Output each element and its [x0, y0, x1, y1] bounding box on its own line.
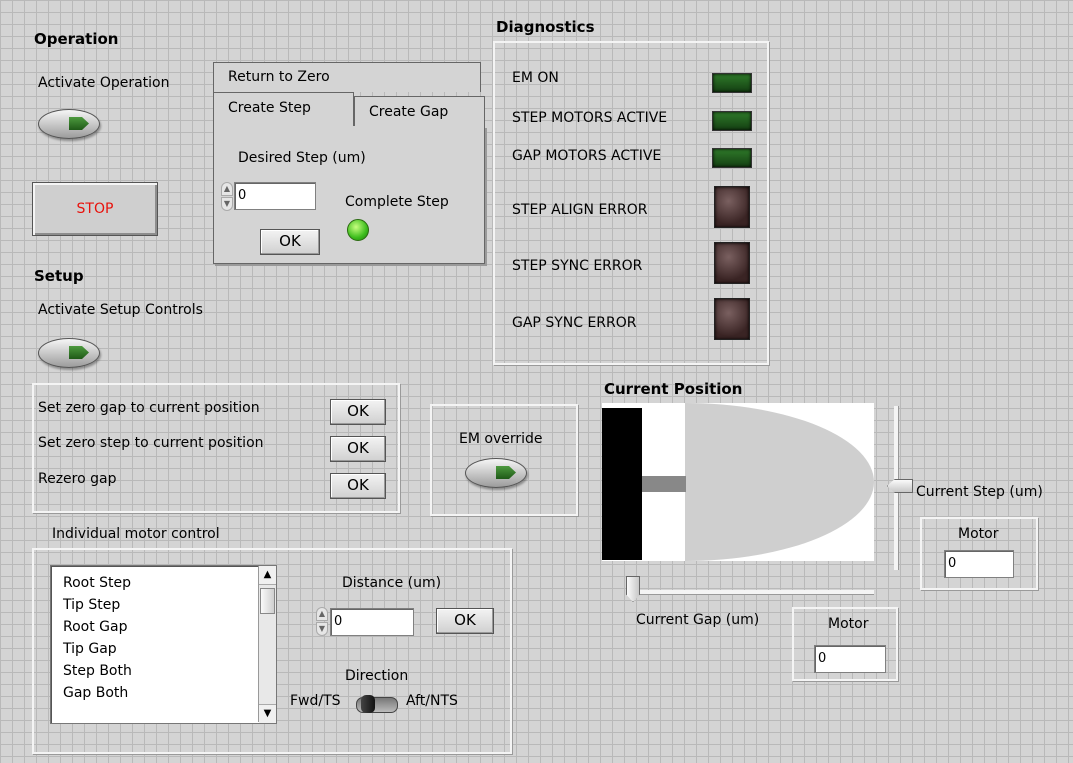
diag-label-gap-sync-error: GAP SYNC ERROR — [512, 315, 637, 331]
step-align-error-led — [714, 186, 750, 228]
desired-step-label: Desired Step (um) — [238, 150, 366, 166]
activate-setup-label: Activate Setup Controls — [38, 302, 203, 318]
set-zero-gap-ok-button[interactable]: OK — [330, 399, 386, 425]
connecting-shaft — [642, 476, 686, 492]
rotor-shape — [685, 403, 874, 561]
toggle-arrow-icon — [496, 466, 516, 479]
toggle-arrow-icon — [69, 117, 89, 130]
rezero-gap-label: Rezero gap — [38, 471, 117, 487]
desired-step-input[interactable]: 0 — [234, 182, 316, 210]
activate-operation-toggle[interactable] — [38, 109, 100, 139]
tab-return-to-zero[interactable]: Return to Zero — [213, 62, 481, 92]
gap-motor-label: Motor — [828, 616, 869, 632]
rezero-gap-ok-button[interactable]: OK — [330, 473, 386, 499]
step-motor-label: Motor — [958, 526, 999, 542]
distance-label: Distance (um) — [342, 575, 442, 591]
diag-label-em-on: EM ON — [512, 70, 559, 86]
current-gap-slider-thumb[interactable] — [626, 576, 640, 602]
current-gap-slider-track — [626, 590, 874, 595]
diag-label-step-motors-active: STEP MOTORS ACTIVE — [512, 110, 668, 126]
current-step-label: Current Step (um) — [916, 484, 1043, 500]
diag-label-gap-motors-active: GAP MOTORS ACTIVE — [512, 148, 662, 164]
desired-step-spinner[interactable]: ▲ ▼ — [221, 182, 233, 212]
direction-aft-label: Aft/NTS — [406, 693, 458, 709]
activate-operation-label: Activate Operation — [38, 75, 170, 91]
list-item[interactable]: Tip Step — [63, 594, 132, 616]
stop-label: STOP — [76, 201, 114, 217]
list-item[interactable]: Gap Both — [63, 682, 132, 704]
listbox-scrollbar[interactable]: ▲ ▼ — [258, 566, 276, 723]
position-graphic — [602, 403, 874, 561]
distance-ok-button[interactable]: OK — [436, 608, 494, 634]
motor-listbox[interactable]: Root Step Tip Step Root Gap Tip Gap Step… — [50, 565, 277, 724]
direction-fwd-label: Fwd/TS — [290, 693, 341, 709]
operation-heading: Operation — [34, 30, 119, 48]
step-motor-value: 0 — [944, 550, 1014, 578]
list-item[interactable]: Step Both — [63, 660, 132, 682]
setup-heading: Setup — [34, 267, 84, 285]
set-zero-step-ok-button[interactable]: OK — [330, 436, 386, 462]
diagnostics-heading: Diagnostics — [496, 18, 595, 36]
toggle-arrow-icon — [69, 346, 89, 359]
diag-label-step-sync-error: STEP SYNC ERROR — [512, 258, 643, 274]
direction-switch-knob — [361, 695, 375, 713]
em-on-led — [712, 73, 752, 93]
em-override-toggle[interactable] — [465, 458, 527, 488]
distance-spinner[interactable]: ▲ ▼ — [316, 607, 328, 637]
list-item[interactable]: Root Step — [63, 572, 132, 594]
direction-label: Direction — [345, 668, 409, 684]
step-motors-active-led — [712, 111, 752, 131]
stop-button[interactable]: STOP — [32, 182, 158, 236]
scroll-up-icon[interactable]: ▲ — [259, 566, 276, 585]
step-sync-error-led — [714, 242, 750, 284]
current-step-slider-thumb[interactable] — [887, 479, 913, 493]
scroll-thumb[interactable] — [260, 588, 275, 614]
scroll-down-icon[interactable]: ▼ — [259, 704, 276, 723]
tab-create-gap[interactable]: Create Gap — [354, 96, 485, 128]
complete-step-label: Complete Step — [345, 194, 449, 210]
direction-switch[interactable] — [356, 695, 398, 713]
em-override-label: EM override — [459, 431, 543, 447]
desired-step-ok-button[interactable]: OK — [260, 229, 320, 255]
stator-bar — [602, 408, 642, 560]
gap-motors-active-led — [712, 148, 752, 168]
list-item[interactable]: Tip Gap — [63, 638, 132, 660]
distance-input[interactable]: 0 — [330, 608, 414, 636]
gap-motor-value: 0 — [814, 645, 886, 673]
list-item[interactable]: Root Gap — [63, 616, 132, 638]
current-gap-label: Current Gap (um) — [636, 612, 760, 628]
diag-label-step-align-error: STEP ALIGN ERROR — [512, 202, 648, 218]
activate-setup-toggle[interactable] — [38, 338, 100, 368]
complete-step-led — [347, 219, 369, 241]
set-zero-gap-label: Set zero gap to current position — [38, 400, 260, 416]
gap-sync-error-led — [714, 298, 750, 340]
tab-create-step[interactable]: Create Step — [213, 92, 354, 126]
current-position-heading: Current Position — [604, 380, 743, 398]
set-zero-step-label: Set zero step to current position — [38, 435, 264, 451]
motor-control-title: Individual motor control — [52, 526, 220, 542]
